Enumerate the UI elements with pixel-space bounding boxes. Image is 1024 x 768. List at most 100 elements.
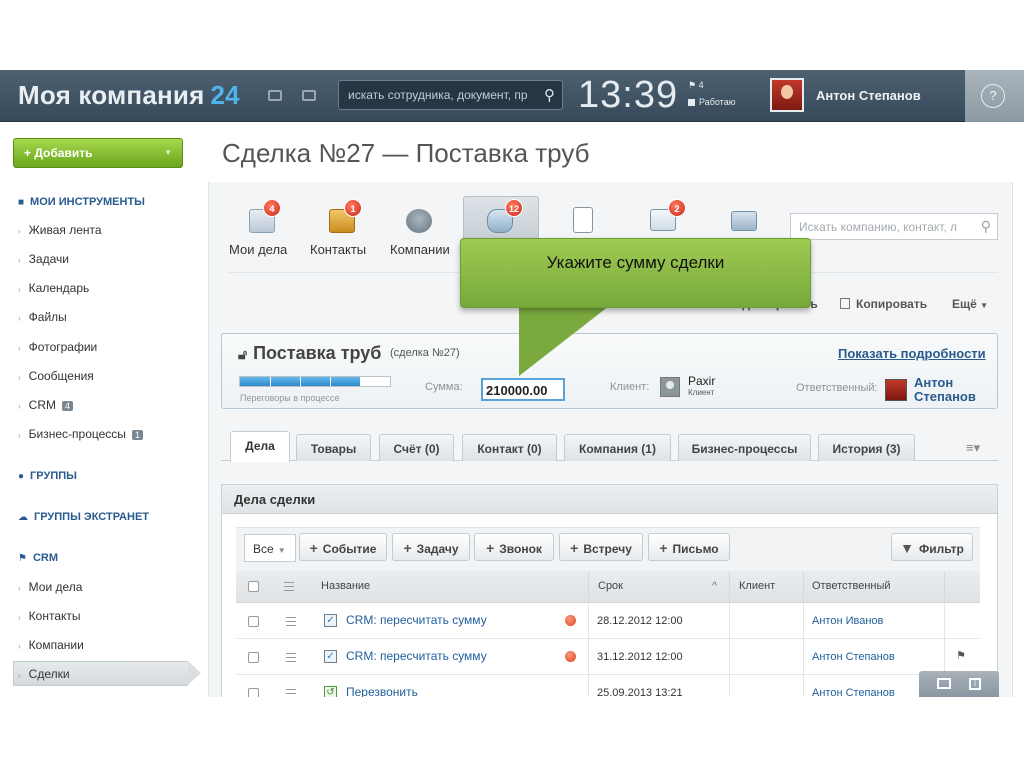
plus-icon: + xyxy=(659,540,668,556)
header-search-input[interactable]: искать сотрудника, документ, пр ⚲ xyxy=(338,80,563,110)
counter-badge: 4 xyxy=(62,401,74,411)
add-event-button[interactable]: + Событие xyxy=(299,533,387,561)
col-header-responsible[interactable]: Ответственный xyxy=(812,580,891,592)
filter-button[interactable]: ▼ Фильтр xyxy=(891,533,973,561)
activity-responsible[interactable]: Антон Степанов xyxy=(812,651,895,663)
sidebar-item-files[interactable]: › Файлы xyxy=(18,310,67,324)
my-activities-counter: 4 xyxy=(263,199,281,217)
filter-select[interactable]: Все ▼ xyxy=(244,534,296,562)
user-name[interactable]: Антон Степанов xyxy=(816,88,921,103)
sidebar-item-companies[interactable]: › Компании xyxy=(18,638,84,652)
tab-business-processes[interactable]: Бизнес-процессы xyxy=(678,434,811,461)
plus-icon: + xyxy=(486,540,495,556)
col-header-deadline[interactable]: Срок xyxy=(598,580,623,592)
search-icon[interactable]: ⚲ xyxy=(544,86,555,104)
sum-input[interactable]: 210000.00 xyxy=(481,378,565,401)
crm-search-input[interactable]: Искать компанию, контакт, л ⚲ xyxy=(790,213,998,240)
search-icon[interactable]: ⚲ xyxy=(981,218,991,235)
tab-contact[interactable]: Контакт (0) xyxy=(462,434,557,461)
tab-products[interactable]: Товары xyxy=(296,434,371,461)
activities-title: Дела сделки xyxy=(234,492,316,507)
sidebar-item-label: Сообщения xyxy=(28,369,94,383)
invoice-icon[interactable] xyxy=(573,207,593,233)
crm-tab-companies[interactable]: Компании xyxy=(390,242,450,257)
sidebar-item-business-processes[interactable]: › Бизнес-процессы 1 xyxy=(18,427,143,441)
logo-number: 24 xyxy=(210,80,240,110)
progress-segment xyxy=(270,377,271,386)
client-name[interactable]: Paxir Клиент xyxy=(688,375,715,398)
copy-icon xyxy=(840,298,850,309)
section-extranet[interactable]: ☁ ГРУППЫ ЭКСТРАНЕТ xyxy=(18,511,149,523)
companies-icon[interactable] xyxy=(406,209,432,233)
responsible-name[interactable]: Антон Степанов xyxy=(914,376,976,404)
sidebar-item-crm[interactable]: › CRM 4 xyxy=(18,398,74,412)
section-crm[interactable]: ⚑ CRM xyxy=(18,552,58,564)
sidebar-item-tasks[interactable]: › Задачи xyxy=(18,252,69,266)
row-checkbox[interactable] xyxy=(248,616,259,627)
deal-subtitle: (сделка №27) xyxy=(390,347,460,359)
columns-menu-icon[interactable] xyxy=(284,582,294,591)
col-separator xyxy=(588,603,589,697)
add-button[interactable]: + Добавить ▼ xyxy=(13,138,183,168)
sidebar-item-photos[interactable]: › Фотографии xyxy=(18,340,97,354)
sidebar-item-contacts[interactable]: › Контакты xyxy=(18,609,81,623)
tabs-menu-icon[interactable]: ≡▾ xyxy=(966,440,980,456)
add-task-button[interactable]: + Задачу xyxy=(392,533,470,561)
notifications-icon[interactable] xyxy=(302,90,316,101)
copy-action[interactable]: Копировать xyxy=(840,297,927,311)
button-label: Фильтр xyxy=(919,542,964,556)
sidebar-item-messages[interactable]: › Сообщения xyxy=(18,369,94,383)
tab-company[interactable]: Компания (1) xyxy=(564,434,671,461)
activity-name[interactable]: CRM: пересчитать сумму xyxy=(346,649,487,663)
sidebar-item-calendar[interactable]: › Календарь xyxy=(18,281,89,295)
chevron-right-icon: › xyxy=(18,671,21,680)
add-call-button[interactable]: + Звонок xyxy=(474,533,554,561)
crm-tab-contacts[interactable]: Контакты xyxy=(310,242,366,257)
col-header-client[interactable]: Клиент xyxy=(739,580,775,592)
add-meeting-button[interactable]: + Встречу xyxy=(559,533,643,561)
add-email-button[interactable]: + Письмо xyxy=(648,533,730,561)
activity-responsible[interactable]: Антон Иванов xyxy=(812,615,883,627)
row-menu-icon[interactable] xyxy=(286,653,296,662)
add-button-label: Добавить xyxy=(34,146,93,160)
funnel-icon: ▼ xyxy=(900,540,915,556)
report-icon[interactable] xyxy=(731,211,757,231)
unlock-icon[interactable]: 🔓︎ xyxy=(238,346,247,362)
chevron-right-icon: › xyxy=(18,314,21,323)
sidebar-item-my-activities[interactable]: › Мои дела xyxy=(18,580,82,594)
more-action[interactable]: Ещё ▼ xyxy=(952,297,988,311)
help-button[interactable]: ? xyxy=(965,70,1024,122)
col-header-name[interactable]: Название xyxy=(321,580,370,592)
row-checkbox[interactable] xyxy=(248,652,259,663)
app-window: Моя компания 24 искать сотрудника, докуме… xyxy=(0,0,1024,768)
tab-history[interactable]: История (3) xyxy=(818,434,915,461)
sidebar-item-live-feed[interactable]: › Живая лента xyxy=(18,223,102,237)
deal-progress-bar[interactable] xyxy=(239,376,391,387)
sort-asc-icon[interactable]: ^ xyxy=(712,580,717,592)
sidebar-item-deals[interactable]: › Сделки xyxy=(18,667,70,681)
show-details-link[interactable]: Показать подробности xyxy=(838,346,986,361)
crm-tab-my-activities[interactable]: Мои дела xyxy=(229,242,287,257)
chat-bar[interactable]: i xyxy=(919,671,999,697)
user-avatar[interactable] xyxy=(770,78,804,112)
messages-icon[interactable] xyxy=(268,90,282,101)
deals-counter: 12 xyxy=(505,199,523,217)
section-my-tools[interactable]: ■ МОИ ИНСТРУМЕНТЫ xyxy=(18,196,145,208)
section-groups[interactable]: ● ГРУППЫ xyxy=(18,470,77,482)
tab-invoice[interactable]: Счёт (0) xyxy=(379,434,454,461)
work-status[interactable]: Работаю xyxy=(688,97,735,107)
company-logo[interactable]: Моя компания 24 xyxy=(18,80,240,111)
tab-activities[interactable]: Дела xyxy=(230,431,290,462)
flag-counter[interactable]: ⚑ 4 xyxy=(688,80,704,91)
flag-icon[interactable]: ⚑ xyxy=(956,649,966,662)
select-all-checkbox[interactable] xyxy=(248,581,259,592)
activity-name[interactable]: CRM: пересчитать сумму xyxy=(346,613,487,627)
col-separator xyxy=(729,571,730,603)
plus-icon: + xyxy=(570,540,579,556)
responsible-last-name: Степанов xyxy=(914,389,976,404)
activity-deadline: 28.12.2012 12:00 xyxy=(597,615,683,627)
cloud-icon: ☁ xyxy=(18,512,28,523)
row-menu-icon[interactable] xyxy=(286,617,296,626)
chat-icon[interactable] xyxy=(937,678,951,689)
info-icon[interactable]: i xyxy=(969,678,981,690)
